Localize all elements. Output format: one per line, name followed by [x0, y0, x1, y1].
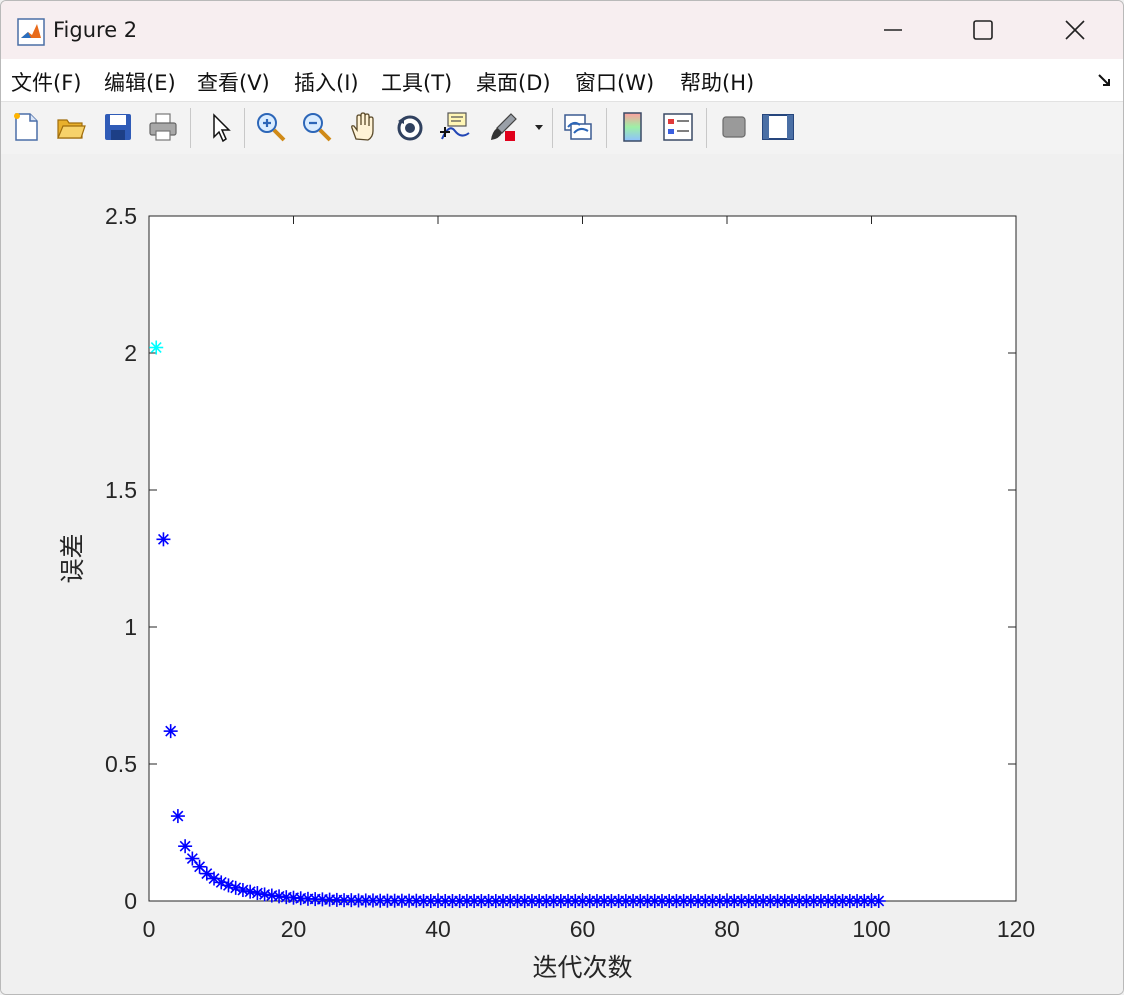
x-tick-label: 0	[143, 916, 156, 942]
zoom-in-icon[interactable]	[255, 111, 287, 143]
y-tick-label: 1.5	[105, 477, 137, 503]
menu-desktop[interactable]: 桌面(D)	[476, 67, 551, 97]
data-cursor-icon[interactable]	[439, 111, 471, 143]
x-axis-label: 迭代次数	[532, 953, 632, 982]
title-bar[interactable]: Figure 2	[1, 1, 1123, 59]
x-tick-label: 40	[425, 916, 451, 942]
figure-window: Figure 2 文件(F) 编辑(E) 查看(V) 插入(I) 工具(T) 桌…	[0, 0, 1124, 995]
brush-dropdown-icon[interactable]	[533, 122, 545, 132]
menu-help[interactable]: 帮助(H)	[680, 67, 754, 97]
y-axis-label: 误差	[58, 533, 87, 583]
x-tick-label: 100	[852, 916, 890, 942]
menu-file[interactable]: 文件(F)	[11, 67, 81, 97]
matlab-icon	[17, 18, 45, 46]
pan-icon[interactable]	[347, 111, 379, 143]
axes-background[interactable]	[148, 215, 1017, 902]
y-tick-label: 0.5	[105, 751, 137, 777]
data-point	[163, 724, 178, 739]
x-tick-label: 20	[281, 916, 307, 942]
menu-tools[interactable]: 工具(T)	[381, 67, 452, 97]
toolbar-separator	[706, 108, 707, 148]
figure-canvas: 0 20 40 60 80 100 120 0 0.5 1 1.5 2 2.5 迭代次数 误差	[1, 154, 1123, 994]
menu-view[interactable]: 查看(V)	[197, 67, 270, 97]
menu-edit[interactable]: 编辑(E)	[104, 67, 176, 97]
x-tick-label: 80	[714, 916, 740, 942]
print-icon[interactable]	[147, 111, 179, 143]
x-tick-label: 60	[570, 916, 596, 942]
rotate-3d-icon[interactable]	[394, 111, 426, 143]
toolbar-separator	[552, 108, 553, 148]
plot: 0 20 40 60 80 100 120 0 0.5 1 1.5 2 2.5 迭代次数 误差	[58, 203, 1035, 982]
colorbar-icon[interactable]	[617, 111, 649, 143]
new-figure-icon[interactable]	[10, 111, 42, 143]
data-point	[170, 809, 185, 824]
minimize-icon	[884, 29, 902, 31]
minimize-button[interactable]	[847, 1, 939, 59]
menu-insert[interactable]: 插入(I)	[294, 67, 359, 97]
x-tick-label: 120	[997, 916, 1035, 942]
figure-toolbar	[1, 101, 1123, 155]
toolbar-separator	[244, 108, 245, 148]
show-plot-tools-icon[interactable]	[762, 111, 794, 143]
y-tick-label: 0	[124, 888, 137, 914]
toolbar-separator	[190, 108, 191, 148]
maximize-icon	[973, 20, 993, 40]
y-tick-label: 1	[124, 614, 137, 640]
menu-window[interactable]: 窗口(W)	[575, 67, 654, 97]
y-tick-label: 2.5	[105, 203, 137, 229]
link-plot-icon[interactable]	[562, 111, 594, 143]
maximize-button[interactable]	[937, 1, 1029, 59]
save-icon[interactable]	[102, 111, 134, 143]
window-title: Figure 2	[53, 18, 138, 42]
brush-icon[interactable]	[487, 111, 519, 143]
dock-arrow-icon[interactable]	[1095, 71, 1115, 91]
close-button[interactable]	[1029, 1, 1121, 59]
legend-icon[interactable]	[662, 111, 694, 143]
close-icon	[1065, 20, 1085, 40]
menu-bar: 文件(F) 编辑(E) 查看(V) 插入(I) 工具(T) 桌面(D) 窗口(W…	[1, 59, 1123, 101]
y-tick-label: 2	[124, 340, 137, 366]
hide-plot-tools-icon[interactable]	[718, 111, 750, 143]
toolbar-separator	[606, 108, 607, 148]
pointer-icon[interactable]	[204, 111, 236, 143]
zoom-out-icon[interactable]	[301, 111, 333, 143]
open-file-icon[interactable]	[55, 111, 87, 143]
